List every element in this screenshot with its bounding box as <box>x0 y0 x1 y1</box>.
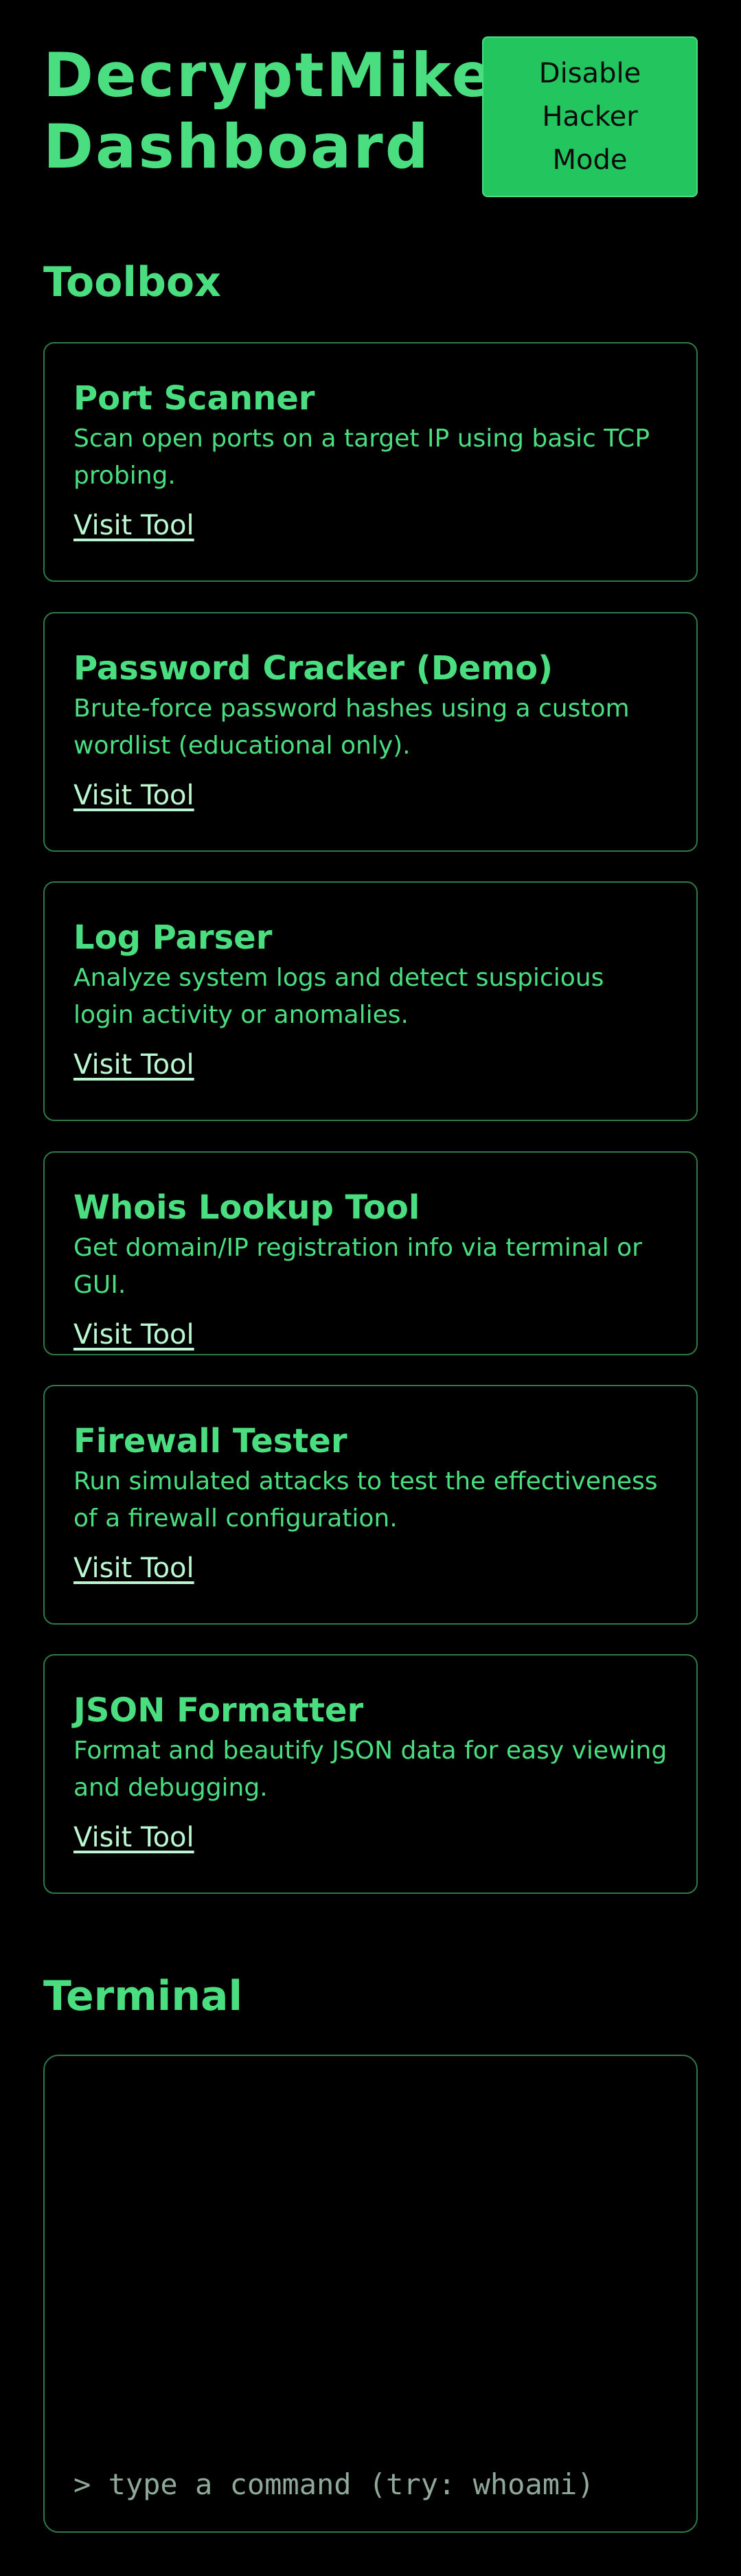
visit-tool-link[interactable]: Visit Tool <box>73 1819 194 1856</box>
tool-description: Scan open ports on a target IP using bas… <box>73 425 650 490</box>
toolbox-heading: Toolbox <box>43 258 221 306</box>
page-title: DecryptMike Dashboard <box>43 40 495 182</box>
dashboard-header: DecryptMike Dashboard Disable Hacker Mod… <box>43 0 698 227</box>
tool-card-log-parser: Log Parser Analyze system logs and detec… <box>43 881 698 1121</box>
tool-description: Brute-force password hashes using a cust… <box>73 694 630 760</box>
visit-tool-link[interactable]: Visit Tool <box>73 1316 194 1353</box>
tool-description: Run simulated attacks to test the effect… <box>73 1467 658 1533</box>
tool-description: Format and beautify JSON data for easy v… <box>73 1737 668 1802</box>
tool-card-json-formatter: JSON Formatter Format and beautify JSON … <box>43 1654 698 1894</box>
terminal-command-input[interactable] <box>73 2465 664 2504</box>
tool-name: Port Scanner <box>73 379 315 418</box>
visit-tool-link[interactable]: Visit Tool <box>73 1550 194 1587</box>
tool-name: Firewall Tester <box>73 1422 347 1460</box>
tool-card-port-scanner: Port Scanner Scan open ports on a target… <box>43 342 698 582</box>
tool-name: Whois Lookup Tool <box>73 1188 420 1227</box>
visit-tool-link[interactable]: Visit Tool <box>73 507 194 544</box>
tool-card-password-cracker: Password Cracker (Demo) Brute-force pass… <box>43 612 698 852</box>
tool-card-whois-lookup: Whois Lookup Tool Get domain/IP registra… <box>43 1151 698 1355</box>
tool-name: Password Cracker (Demo) <box>73 649 554 688</box>
visit-tool-link[interactable]: Visit Tool <box>73 1046 194 1083</box>
tool-card-firewall-tester: Firewall Tester Run simulated attacks to… <box>43 1385 698 1625</box>
terminal-heading: Terminal <box>43 1972 243 2020</box>
terminal-output <box>73 2077 668 2434</box>
tool-description: Get domain/IP registration info via term… <box>73 1234 642 1299</box>
terminal-panel[interactable] <box>43 2055 698 2533</box>
tool-name: JSON Formatter <box>73 1691 364 1730</box>
dashboard-page: DecryptMike Dashboard Disable Hacker Mod… <box>43 0 698 2533</box>
disable-hacker-mode-button[interactable]: Disable Hacker Mode <box>482 36 698 197</box>
visit-tool-link[interactable]: Visit Tool <box>73 777 194 814</box>
tool-name: Log Parser <box>73 918 273 957</box>
tool-description: Analyze system logs and detect suspiciou… <box>73 964 604 1029</box>
